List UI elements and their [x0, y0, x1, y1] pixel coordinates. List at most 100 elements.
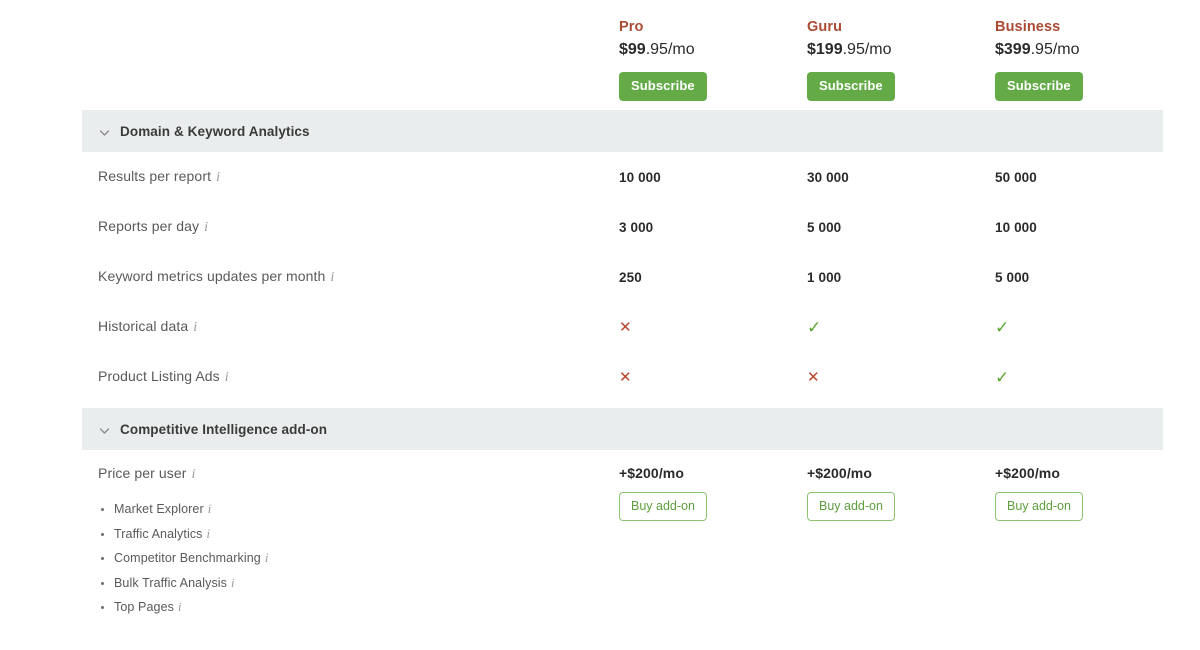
- addon-feature-name: Competitor Benchmarking: [114, 551, 261, 565]
- feature-value-pro: ✕: [619, 369, 807, 386]
- feature-value: 250: [619, 270, 642, 285]
- feature-value: 10 000: [995, 220, 1037, 235]
- pricing-comparison-table: Pro $99.95/mo Subscribe Guru $199.95/mo …: [0, 0, 1200, 650]
- buy-addon-button-pro[interactable]: Buy add-on: [619, 492, 707, 521]
- feature-label-cell: Results per report i: [98, 168, 619, 186]
- feature-value-pro: 10 000: [619, 169, 807, 185]
- feature-value: 30 000: [807, 170, 849, 185]
- list-item: Top Pages i: [98, 595, 619, 620]
- cross-icon: ✕: [807, 368, 820, 386]
- addon-price: +$200/mo: [807, 465, 873, 481]
- plan-column-business: Business $399.95/mo Subscribe: [995, 18, 1183, 101]
- table-row: Product Listing Ads i ✕ ✕ ✓: [0, 352, 1200, 402]
- plan-price: $399.95/mo: [995, 38, 1183, 62]
- plan-price-suffix: .95/mo: [1030, 41, 1080, 58]
- addon-feature-name: Top Pages: [114, 600, 174, 614]
- addon-feature-name: Market Explorer: [114, 502, 204, 516]
- plan-price-amount: $99: [619, 41, 646, 58]
- plan-column-guru: Guru $199.95/mo Subscribe: [807, 18, 995, 101]
- plan-price-amount: $399: [995, 41, 1031, 58]
- list-item: Market Explorer i: [98, 497, 619, 522]
- addon-column-pro: +$200/mo Buy add-on: [619, 464, 807, 521]
- plan-name: Guru: [807, 19, 843, 35]
- feature-value-business: 5 000: [995, 269, 1183, 285]
- feature-label: Keyword metrics updates per month: [98, 268, 326, 284]
- info-icon[interactable]: i: [178, 600, 182, 614]
- addon-feature-list: Market Explorer i Traffic Analytics i Comp…: [98, 497, 619, 620]
- feature-label: Reports per day: [98, 218, 200, 234]
- plan-name: Business: [995, 19, 1061, 35]
- info-icon[interactable]: i: [265, 551, 269, 565]
- feature-value-guru: 30 000: [807, 169, 995, 185]
- feature-value: 3 000: [619, 220, 654, 235]
- section-title: Domain & Keyword Analytics: [120, 123, 310, 139]
- feature-value-pro: 250: [619, 269, 807, 285]
- table-row: Historical data i ✕ ✓ ✓: [0, 302, 1200, 352]
- plan-price: $99.95/mo: [619, 38, 807, 62]
- addon-feature-name: Traffic Analytics: [114, 526, 203, 541]
- list-item: Traffic Analytics i: [98, 522, 619, 547]
- feature-value: 5 000: [807, 220, 842, 235]
- section-header-competitive-intelligence-addon[interactable]: Competitive Intelligence add-on: [82, 408, 1163, 450]
- section-header-domain-keyword-analytics[interactable]: Domain & Keyword Analytics: [82, 110, 1163, 152]
- info-icon[interactable]: i: [330, 270, 334, 285]
- feature-value-business: 50 000: [995, 169, 1183, 185]
- plan-name: Pro: [619, 19, 644, 35]
- addon-column-business: +$200/mo Buy add-on: [995, 464, 1183, 521]
- addon-price: +$200/mo: [995, 465, 1061, 481]
- subscribe-button-guru[interactable]: Subscribe: [807, 72, 895, 101]
- addon-price: +$200/mo: [619, 465, 685, 481]
- feature-label-cell: Product Listing Ads i: [98, 368, 619, 386]
- table-row: Results per report i 10 000 30 000 50 000: [0, 152, 1200, 202]
- feature-label: Historical data: [98, 318, 189, 334]
- feature-value-pro: ✕: [619, 319, 807, 336]
- list-item: Bulk Traffic Analysis i: [98, 571, 619, 596]
- info-icon[interactable]: i: [225, 370, 229, 385]
- feature-label-cell: Reports per day i: [98, 218, 619, 236]
- chevron-down-icon: [98, 126, 111, 139]
- table-row: Keyword metrics updates per month i 250 1…: [0, 252, 1200, 302]
- info-icon[interactable]: i: [208, 502, 212, 516]
- info-icon[interactable]: i: [204, 220, 208, 235]
- check-icon: ✓: [995, 317, 1010, 337]
- chevron-down-icon: [98, 424, 111, 437]
- addon-feature-name: Bulk Traffic Analysis: [114, 575, 228, 590]
- cross-icon: ✕: [619, 318, 632, 336]
- info-icon[interactable]: i: [207, 527, 211, 541]
- feature-value-guru: 5 000: [807, 219, 995, 235]
- cross-icon: ✕: [619, 368, 632, 386]
- feature-value-business: ✓: [995, 369, 1183, 386]
- feature-value: 1 000: [807, 270, 842, 285]
- subscribe-button-business[interactable]: Subscribe: [995, 72, 1083, 101]
- feature-label: Product Listing Ads: [98, 368, 220, 384]
- feature-value: 10 000: [619, 170, 661, 185]
- addon-column-guru: +$200/mo Buy add-on: [807, 464, 995, 521]
- feature-value-guru: 1 000: [807, 269, 995, 285]
- info-icon[interactable]: i: [231, 576, 235, 590]
- info-icon[interactable]: i: [192, 467, 196, 482]
- feature-label-cell: Keyword metrics updates per month i: [98, 268, 619, 286]
- buy-addon-button-guru[interactable]: Buy add-on: [807, 492, 895, 521]
- plan-price: $199.95/mo: [807, 38, 995, 62]
- addon-price-row: Price per user i Market Explorer i Traffic…: [0, 450, 1200, 620]
- plan-header-row: Pro $99.95/mo Subscribe Guru $199.95/mo …: [0, 0, 1200, 110]
- plan-column-pro: Pro $99.95/mo Subscribe: [619, 18, 807, 101]
- addon-price-label: Price per user: [98, 465, 187, 481]
- feature-value-guru: ✕: [807, 369, 995, 386]
- feature-value-pro: 3 000: [619, 219, 807, 235]
- feature-value-guru: ✓: [807, 319, 995, 336]
- feature-value-business: ✓: [995, 319, 1183, 336]
- buy-addon-button-business[interactable]: Buy add-on: [995, 492, 1083, 521]
- feature-value: 50 000: [995, 170, 1037, 185]
- feature-label: Results per report: [98, 168, 212, 184]
- subscribe-button-pro[interactable]: Subscribe: [619, 72, 707, 101]
- addon-label-cell: Price per user i Market Explorer i Traffic…: [98, 464, 619, 620]
- info-icon[interactable]: i: [193, 320, 197, 335]
- check-icon: ✓: [995, 367, 1010, 387]
- feature-value: 5 000: [995, 270, 1030, 285]
- plan-price-suffix: .95/mo: [842, 41, 892, 58]
- section-title: Competitive Intelligence add-on: [120, 421, 328, 437]
- info-icon[interactable]: i: [216, 170, 220, 185]
- list-item: Competitor Benchmarking i: [98, 546, 619, 571]
- feature-label-cell: Historical data i: [98, 318, 619, 336]
